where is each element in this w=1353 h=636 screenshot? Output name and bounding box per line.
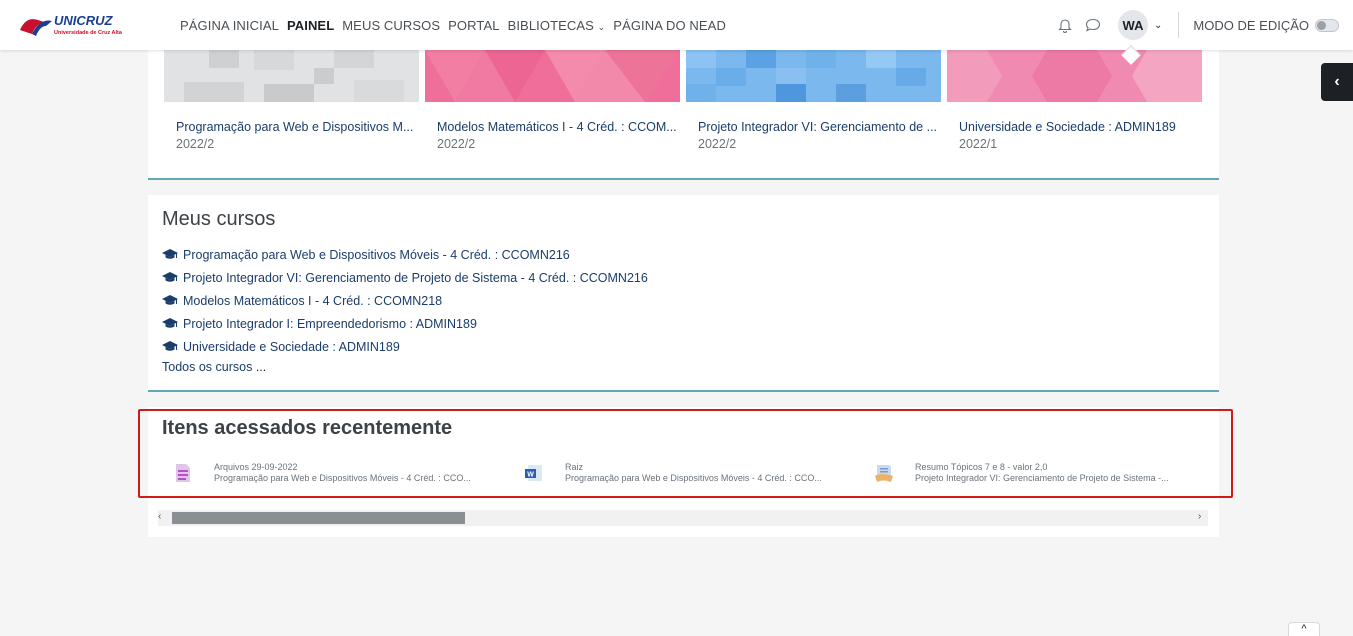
course-image: [947, 50, 1202, 102]
divider: [1178, 12, 1180, 38]
nav-libraries[interactable]: BIBLIOTECAS ⌄: [508, 18, 606, 33]
user-menu[interactable]: WA ⌄: [1118, 10, 1163, 65]
all-courses-link[interactable]: Todos os cursos: [162, 360, 252, 374]
open-drawer-button[interactable]: ‹: [1321, 63, 1353, 101]
course-name-link[interactable]: Programação para Web e Dispositivos M...: [164, 120, 417, 134]
course-image: [164, 50, 419, 102]
my-courses-title: Meus cursos: [162, 208, 276, 230]
list-item: Projeto Integrador I: Empreendedorismo :…: [162, 312, 1205, 335]
graduation-cap-icon: [162, 248, 178, 261]
assignment-icon: [873, 462, 895, 484]
navbar-user-area: WA ⌄ MODO DE EDIÇÃO: [1054, 0, 1339, 65]
course-term: 2022/2: [437, 137, 476, 151]
chevron-right-icon[interactable]: ›: [1198, 511, 1208, 525]
recent-item[interactable]: Arquivos 29-09-2022 Programação para Web…: [172, 462, 471, 484]
course-card[interactable]: Programação para Web e Dispositivos M...…: [164, 50, 419, 151]
course-link[interactable]: Universidade e Sociedade : ADMIN189: [183, 340, 400, 354]
graduation-cap-icon: [162, 271, 178, 284]
recent-item-course[interactable]: Projeto Integrador VI: Gerenciamento de …: [915, 473, 1169, 484]
primary-navigation: PÁGINA INICIAL PAINEL MEUS CURSOS PORTAL…: [180, 0, 726, 50]
nav-nead-page[interactable]: PÁGINA DO NEAD: [613, 18, 726, 33]
all-courses-row: Todos os cursos ...: [162, 360, 267, 374]
list-item: Universidade e Sociedade : ADMIN189: [162, 335, 1205, 358]
course-card[interactable]: Universidade e Sociedade : ADMIN189 2022…: [947, 50, 1202, 151]
graduation-cap-icon: [162, 340, 178, 353]
course-link[interactable]: Modelos Matemáticos I - 4 Créd. : CCOMN2…: [183, 294, 442, 308]
nav-my-courses[interactable]: MEUS CURSOS: [342, 18, 440, 33]
avatar: WA: [1118, 10, 1149, 40]
nav-portal[interactable]: PORTAL: [448, 18, 499, 33]
recent-items-title: Itens acessados recentemente: [162, 417, 453, 439]
course-term: 2022/2: [698, 137, 737, 151]
top-navbar: UNICRUZ Universidade de Cruz Alta PÁGINA…: [0, 0, 1353, 65]
course-link[interactable]: Projeto Integrador VI: Gerenciamento de …: [183, 271, 648, 285]
graduation-cap-icon: [162, 294, 178, 307]
recent-item-name[interactable]: Resumo Tópicos 7 e 8 - valor 2,0: [915, 462, 1169, 473]
recent-item-course[interactable]: Programação para Web e Dispositivos Móve…: [214, 473, 471, 484]
edit-mode-label: MODO DE EDIÇÃO: [1193, 17, 1309, 33]
edit-mode-toggle[interactable]: MODO DE EDIÇÃO: [1193, 18, 1339, 33]
recent-item[interactable]: Resumo Tópicos 7 e 8 - valor 2,0 Projeto…: [873, 462, 1169, 484]
bell-icon[interactable]: [1054, 14, 1076, 36]
my-courses-list: Programação para Web e Dispositivos Móve…: [162, 243, 1205, 374]
scrollbar-thumb[interactable]: [172, 512, 465, 524]
nav-dashboard[interactable]: PAINEL: [287, 18, 334, 33]
toggle-switch[interactable]: [1315, 18, 1339, 32]
course-card[interactable]: Projeto Integrador VI: Gerenciamento de …: [686, 50, 941, 151]
unicruz-logo[interactable]: UNICRUZ Universidade de Cruz Alta: [18, 12, 150, 38]
course-link[interactable]: Projeto Integrador I: Empreendedorismo :…: [183, 317, 477, 331]
horizontal-scrollbar[interactable]: ‹ ›: [158, 510, 1208, 526]
chevron-left-icon: ‹: [1334, 73, 1340, 90]
chevron-down-icon: ⌄: [1154, 19, 1163, 31]
course-image: [425, 50, 680, 102]
chevron-down-icon: ⌄: [597, 21, 606, 32]
course-card[interactable]: Modelos Matemáticos I - 4 Créd. : CCOM..…: [425, 50, 680, 151]
chevron-left-icon[interactable]: ‹: [158, 511, 168, 525]
recent-item-name[interactable]: Raiz: [565, 462, 822, 473]
my-courses-block: Meus cursos Programação para Web e Dispo…: [148, 195, 1219, 392]
course-name-link[interactable]: Universidade e Sociedade : ADMIN189: [947, 120, 1200, 134]
course-overview-block: Programação para Web e Dispositivos M...…: [148, 50, 1219, 180]
course-image: [686, 50, 941, 102]
graduation-cap-icon: [162, 317, 178, 330]
recent-item-name[interactable]: Arquivos 29-09-2022: [214, 462, 471, 473]
list-item: Programação para Web e Dispositivos Móve…: [162, 243, 1205, 266]
list-item: Projeto Integrador VI: Gerenciamento de …: [162, 266, 1205, 289]
svg-text:W: W: [527, 472, 534, 479]
recent-item-course[interactable]: Programação para Web e Dispositivos Móve…: [565, 473, 822, 484]
course-term: 2022/2: [176, 137, 215, 151]
file-icon: [172, 462, 194, 484]
course-name-link[interactable]: Projeto Integrador VI: Gerenciamento de …: [686, 120, 939, 134]
recent-item[interactable]: W Raiz Programação para Web e Dispositiv…: [523, 462, 822, 484]
word-doc-icon: W: [523, 462, 545, 484]
chat-bubble-icon[interactable]: [1082, 14, 1104, 36]
chevron-up-icon: ^: [1301, 623, 1307, 635]
nav-home[interactable]: PÁGINA INICIAL: [180, 18, 279, 33]
course-link[interactable]: Programação para Web e Dispositivos Móve…: [183, 248, 570, 262]
svg-text:Universidade de Cruz Alta: Universidade de Cruz Alta: [54, 30, 123, 36]
back-to-top-button[interactable]: ^: [1288, 622, 1320, 636]
list-item: Modelos Matemáticos I - 4 Créd. : CCOMN2…: [162, 289, 1205, 312]
svg-text:UNICRUZ: UNICRUZ: [54, 13, 114, 28]
course-name-link[interactable]: Modelos Matemáticos I - 4 Créd. : CCOM..…: [425, 120, 678, 134]
course-term: 2022/1: [959, 137, 998, 151]
